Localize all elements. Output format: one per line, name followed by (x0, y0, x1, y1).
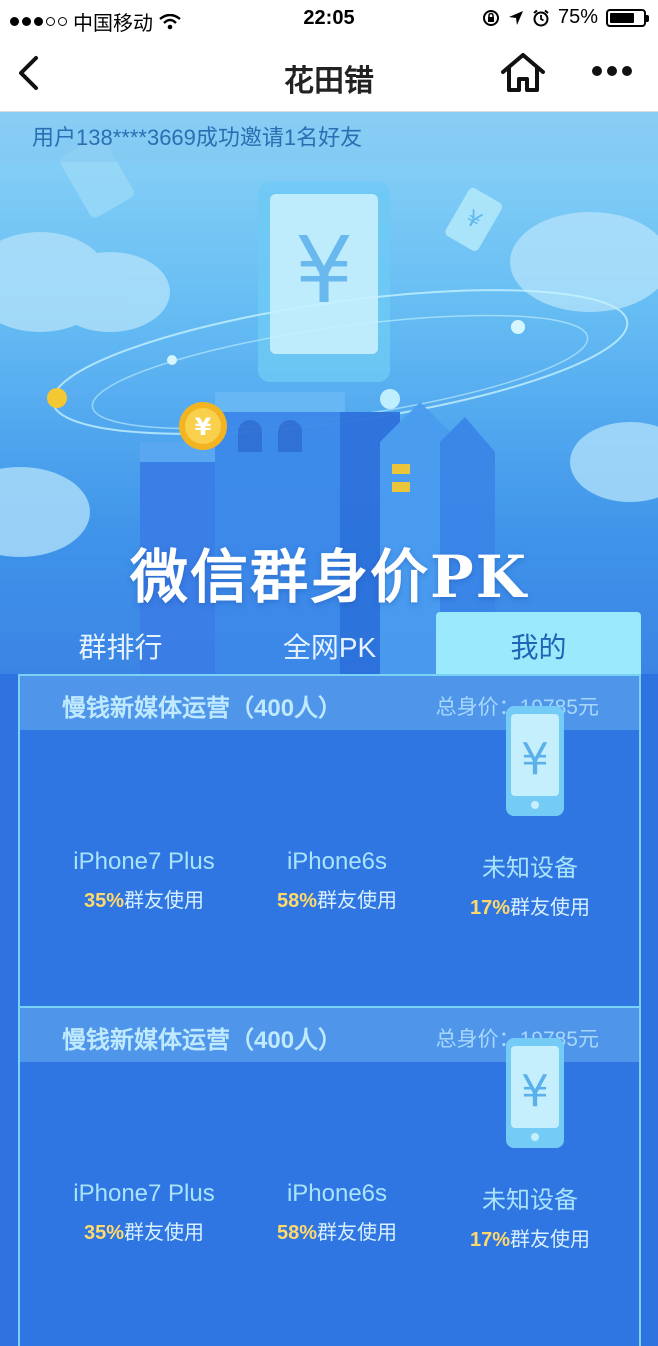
yuan-coin-icon: ¥ (179, 402, 227, 450)
nav-bar: 花田错 (0, 36, 658, 112)
home-icon[interactable] (500, 52, 546, 94)
device-usage-label: 群友使用 (124, 890, 205, 912)
alarm-icon (533, 9, 549, 26)
device-percent: 58% (276, 1222, 318, 1244)
group-card[interactable]: 慢钱新媒体运营（400人） 总身价：19785元 ¥ iPhone7 Plus … (20, 1006, 639, 1336)
device-percent: 58% (276, 890, 318, 912)
device-usage-label: 群友使用 (124, 1222, 205, 1244)
yuan-phone-icon: ¥ (506, 706, 564, 816)
device-percent: 17% (469, 1229, 511, 1251)
device-name: iPhone7 Plus (73, 1180, 215, 1207)
device-usage-label: 群友使用 (510, 1229, 591, 1251)
hero-title: 微信群身价PK (129, 543, 529, 611)
device-name: iPhone7 Plus (73, 848, 215, 875)
device-item: iPhone6s 58%群友使用 (237, 1180, 437, 1245)
device-name: 未知设备 (482, 1187, 578, 1214)
device-percent: 35% (83, 890, 125, 912)
device-usage-label: 群友使用 (317, 890, 398, 912)
device-item: iPhone7 Plus 35%群友使用 (44, 1180, 244, 1245)
device-usage-label: 群友使用 (510, 897, 591, 919)
orientation-lock-icon (482, 9, 499, 26)
group-card[interactable]: 慢钱新媒体运营（400人） 总身价：19785元 ¥ iPhone7 Plus … (20, 676, 639, 1006)
battery-icon (606, 8, 649, 27)
device-usage-label: 群友使用 (317, 1222, 398, 1244)
page-title: 花田错 (284, 65, 374, 98)
group-name: 慢钱新媒体运营（400人） (62, 1027, 343, 1054)
device-percent: 35% (83, 1222, 125, 1244)
svg-text:¥: ¥ (295, 217, 354, 324)
tab-network-pk[interactable]: 全网PK (227, 612, 432, 676)
status-bar: 中国移动 22:05 75% (0, 0, 658, 36)
svg-text:¥: ¥ (521, 1066, 549, 1117)
hero-banner: ¥ ¥ ¥ 用户138****3669成功邀请1名好友 微信群身价PK (0, 112, 658, 674)
yuan-phone-icon: ¥ (506, 1038, 564, 1148)
device-item: 未知设备 17%群友使用 (430, 848, 630, 920)
big-phone-icon: ¥ (258, 182, 390, 382)
invite-ticker: 用户138****3669成功邀请1名好友 (0, 112, 658, 162)
floating-phone-icon: ¥ (445, 187, 503, 251)
device-percent: 17% (469, 897, 511, 919)
group-card-list: 慢钱新媒体运营（400人） 总身价：19785元 ¥ iPhone7 Plus … (18, 674, 641, 1346)
device-item: iPhone7 Plus 35%群友使用 (44, 848, 244, 913)
device-item: iPhone6s 58%群友使用 (237, 848, 437, 913)
svg-text:¥: ¥ (195, 413, 212, 441)
group-name: 慢钱新媒体运营（400人） (62, 695, 343, 722)
device-name: iPhone6s (286, 1180, 388, 1207)
tab-mine[interactable]: 我的 (436, 612, 641, 676)
device-item: 未知设备 17%群友使用 (430, 1180, 630, 1252)
tab-group-ranking[interactable]: 群排行 (18, 612, 223, 676)
tab-bar: 群排行 全网PK 我的 (0, 612, 658, 676)
device-name: iPhone6s (286, 848, 388, 875)
svg-text:¥: ¥ (521, 734, 549, 785)
location-icon (508, 10, 523, 25)
device-name: 未知设备 (482, 855, 578, 882)
battery-percent: 75% (557, 6, 598, 28)
more-dots-icon[interactable] (592, 66, 632, 76)
